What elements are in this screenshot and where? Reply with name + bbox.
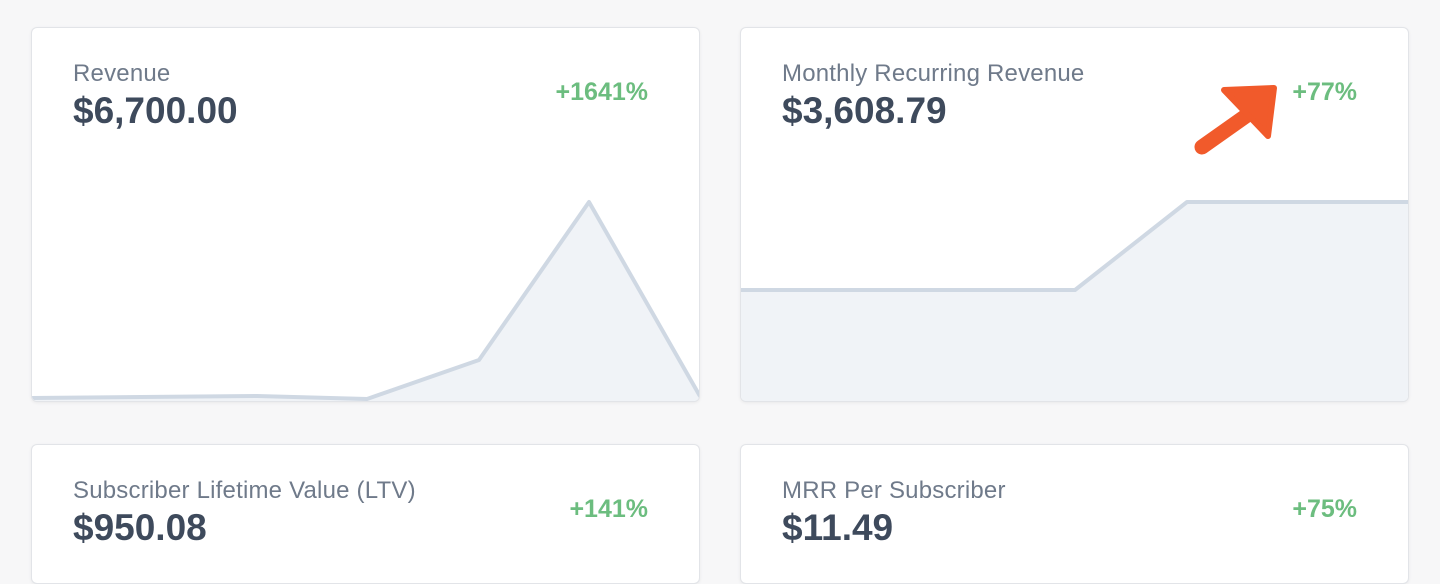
metric-value: $3,608.79 xyxy=(782,90,947,131)
mrr-sparkline-area xyxy=(741,202,1408,401)
metric-card-revenue[interactable]: Revenue $6,700.00 +1641% xyxy=(31,27,700,402)
metric-card-mrr-per-subscriber[interactable]: MRR Per Subscriber $11.49 +75% xyxy=(740,444,1409,584)
metric-label: Monthly Recurring Revenue xyxy=(782,60,1085,87)
metric-value: $950.08 xyxy=(73,507,207,548)
metric-card-ltv[interactable]: Subscriber Lifetime Value (LTV) $950.08 … xyxy=(31,444,700,584)
metric-value: $11.49 xyxy=(782,507,894,548)
metric-change: +1641% xyxy=(555,78,648,106)
metric-change: +141% xyxy=(569,495,648,523)
metric-card-mrr[interactable]: Monthly Recurring Revenue $3,608.79 +77% xyxy=(740,27,1409,402)
arrow-up-right-icon xyxy=(1194,85,1277,155)
revenue-sparkline-area xyxy=(32,202,699,401)
metric-change: +77% xyxy=(1292,78,1357,106)
metric-value: $6,700.00 xyxy=(73,90,238,131)
metric-label: MRR Per Subscriber xyxy=(782,477,1006,504)
metric-change: +75% xyxy=(1292,495,1357,523)
metric-label: Revenue xyxy=(73,60,171,87)
metric-label: Subscriber Lifetime Value (LTV) xyxy=(73,477,416,504)
